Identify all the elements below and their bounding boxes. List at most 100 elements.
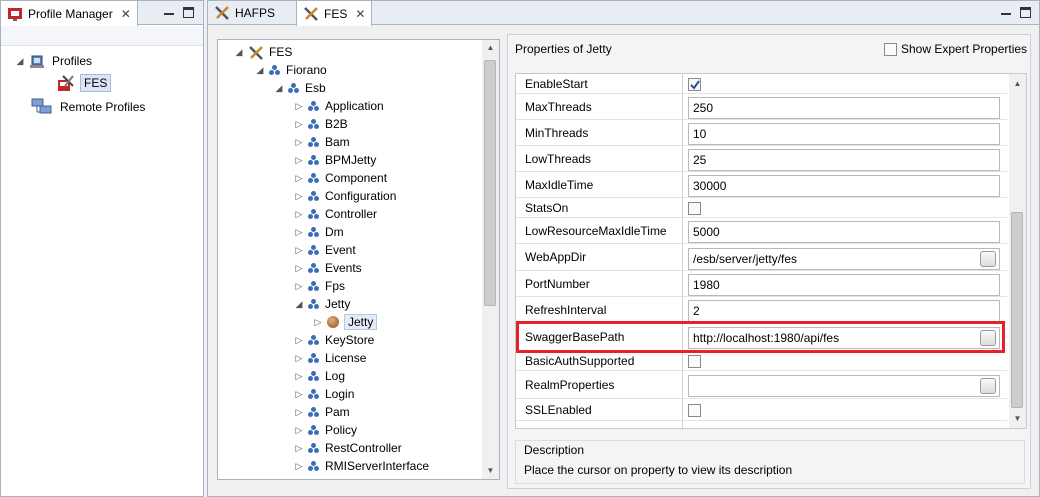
- collapsed-arrow-icon[interactable]: ▷: [294, 371, 304, 382]
- property-value-field[interactable]: 250: [688, 97, 1000, 119]
- tree-item-fes-root[interactable]: ◢ FES: [234, 43, 292, 61]
- property-value-field[interactable]: http://localhost:1980/api/fes: [688, 327, 1000, 349]
- collapsed-arrow-icon[interactable]: ▷: [294, 191, 304, 202]
- property-value-field[interactable]: [688, 375, 1000, 397]
- node-icon: [308, 172, 320, 184]
- collapsed-arrow-icon[interactable]: ▷: [294, 209, 304, 220]
- collapsed-arrow-icon[interactable]: ▷: [294, 101, 304, 112]
- show-expert-checkbox[interactable]: [884, 42, 897, 56]
- expanded-arrow-icon[interactable]: ◢: [234, 47, 244, 58]
- tree-item[interactable]: ▷ Bam: [294, 133, 350, 151]
- expanded-arrow-icon[interactable]: ◢: [15, 56, 25, 67]
- scroll-thumb[interactable]: [484, 60, 496, 306]
- collapsed-arrow-icon[interactable]: ▷: [294, 137, 304, 148]
- collapsed-arrow-icon[interactable]: ▷: [294, 407, 304, 418]
- scroll-down-arrow-icon[interactable]: ▼: [1009, 414, 1026, 423]
- expanded-arrow-icon[interactable]: ◢: [274, 83, 284, 94]
- property-value-field[interactable]: 25: [688, 149, 1000, 171]
- collapsed-arrow-icon[interactable]: ▷: [313, 317, 323, 328]
- tree-item-remote-profiles[interactable]: Remote Profiles: [31, 98, 145, 116]
- tree-item[interactable]: ▷ Events: [294, 259, 362, 277]
- tree-item[interactable]: ▷ Pam: [294, 403, 350, 421]
- tools-icon: [248, 45, 264, 60]
- tree-item-fiorano[interactable]: ◢ Fiorano: [255, 61, 327, 79]
- tree-item[interactable]: ▷ KeyStore: [294, 331, 375, 349]
- browse-button[interactable]: [980, 378, 996, 394]
- property-value-field[interactable]: 10: [688, 123, 1000, 145]
- property-checkbox[interactable]: [688, 202, 701, 215]
- tree-item[interactable]: ▷ Application: [294, 97, 384, 115]
- node-icon: [308, 388, 320, 400]
- property-checkbox[interactable]: [688, 78, 701, 91]
- minimize-icon[interactable]: [164, 7, 174, 15]
- property-value-field[interactable]: 2: [688, 300, 1000, 322]
- tree-item[interactable]: ▷ RMIServerInterface: [294, 457, 430, 475]
- collapsed-arrow-icon[interactable]: ▷: [294, 335, 304, 346]
- tree-item-fes-profile[interactable]: FES: [57, 73, 112, 93]
- tree-item[interactable]: ▷ RestController: [294, 439, 402, 457]
- collapsed-arrow-icon[interactable]: ▷: [294, 353, 304, 364]
- expanded-arrow-icon[interactable]: ◢: [255, 65, 265, 76]
- property-value-field[interactable]: 5000: [688, 221, 1000, 243]
- property-row-lowresourcemaxidletime: LowResourceMaxIdleTime 5000: [516, 218, 1007, 244]
- tree-item[interactable]: ▷ Event: [294, 241, 356, 259]
- config-tree-scrollbar[interactable]: ▲ ▼: [482, 40, 499, 479]
- tree-item[interactable]: ▷ Dm: [294, 223, 344, 241]
- scroll-up-arrow-icon[interactable]: ▲: [482, 43, 499, 52]
- show-expert-properties[interactable]: Show Expert Properties: [884, 42, 1027, 56]
- tab-profile-manager[interactable]: Profile Manager ✕: [1, 1, 138, 26]
- collapsed-arrow-icon[interactable]: ▷: [294, 389, 304, 400]
- tree-item[interactable]: ▷ Policy: [294, 421, 357, 439]
- tab-fes[interactable]: FES ✕: [296, 1, 373, 26]
- tree-item[interactable]: ▷ Fps: [294, 277, 345, 295]
- tree-item-label: FES: [80, 74, 112, 92]
- property-sheet-scrollbar[interactable]: ▲ ▼: [1009, 74, 1026, 428]
- browse-button[interactable]: [980, 330, 996, 346]
- collapsed-arrow-icon[interactable]: ▷: [294, 119, 304, 130]
- property-value-field[interactable]: /esb/server/jetty/fes: [688, 248, 1000, 270]
- tree-item[interactable]: ▷ Controller: [294, 205, 378, 223]
- tree-item[interactable]: ▷ License: [294, 349, 367, 367]
- scroll-up-arrow-icon[interactable]: ▲: [1009, 79, 1026, 88]
- browse-button[interactable]: [980, 251, 996, 267]
- maximize-icon[interactable]: [1020, 7, 1031, 18]
- profiles-icon: [29, 54, 47, 68]
- collapsed-arrow-icon[interactable]: ▷: [294, 155, 304, 166]
- maximize-icon[interactable]: [183, 7, 194, 18]
- tree-item[interactable]: ▷ Login: [294, 385, 355, 403]
- property-checkbox[interactable]: [688, 404, 701, 417]
- tree-item-jetty-child[interactable]: ▷ Jetty: [313, 313, 378, 331]
- close-icon[interactable]: ✕: [121, 7, 131, 21]
- tree-item[interactable]: ▷ B2B: [294, 115, 348, 133]
- expanded-arrow-icon[interactable]: ◢: [294, 299, 304, 310]
- tree-item[interactable]: ▷ Log: [294, 367, 346, 385]
- collapsed-arrow-icon[interactable]: ▷: [294, 227, 304, 238]
- property-checkbox[interactable]: [688, 355, 701, 368]
- tree-item-profiles[interactable]: ◢ Profiles: [15, 52, 92, 70]
- scroll-down-arrow-icon[interactable]: ▼: [482, 466, 499, 475]
- collapsed-arrow-icon[interactable]: ▷: [294, 425, 304, 436]
- collapsed-arrow-icon[interactable]: ▷: [294, 263, 304, 274]
- collapsed-arrow-icon[interactable]: ▷: [294, 443, 304, 454]
- tab-hafps[interactable]: HAFPS: [208, 1, 281, 25]
- collapsed-arrow-icon[interactable]: ▷: [294, 245, 304, 256]
- collapsed-arrow-icon[interactable]: ▷: [294, 173, 304, 184]
- minimize-icon[interactable]: [1001, 7, 1011, 15]
- tree-item[interactable]: ▷ Component: [294, 169, 388, 187]
- close-icon[interactable]: ✕: [355, 7, 365, 21]
- tree-item-label: FES: [269, 45, 293, 59]
- tree-item-label: Dm: [325, 225, 344, 239]
- property-value-field[interactable]: 1980: [688, 274, 1000, 296]
- tree-item-esb[interactable]: ◢ Esb: [274, 79, 326, 97]
- description-text: Place the cursor on property to view its…: [524, 463, 793, 477]
- tree-item[interactable]: ▷ Configuration: [294, 187, 397, 205]
- collapsed-arrow-icon[interactable]: ▷: [294, 281, 304, 292]
- tree-item-label: Log: [325, 369, 346, 383]
- tree-item[interactable]: ◢ Jetty: [294, 295, 351, 313]
- collapsed-arrow-icon[interactable]: ▷: [294, 461, 304, 472]
- tree-item-label: Login: [325, 387, 355, 401]
- node-icon: [308, 190, 320, 202]
- scroll-thumb[interactable]: [1011, 212, 1023, 408]
- tree-item[interactable]: ▷ BPMJetty: [294, 151, 377, 169]
- property-value-field[interactable]: 30000: [688, 175, 1000, 197]
